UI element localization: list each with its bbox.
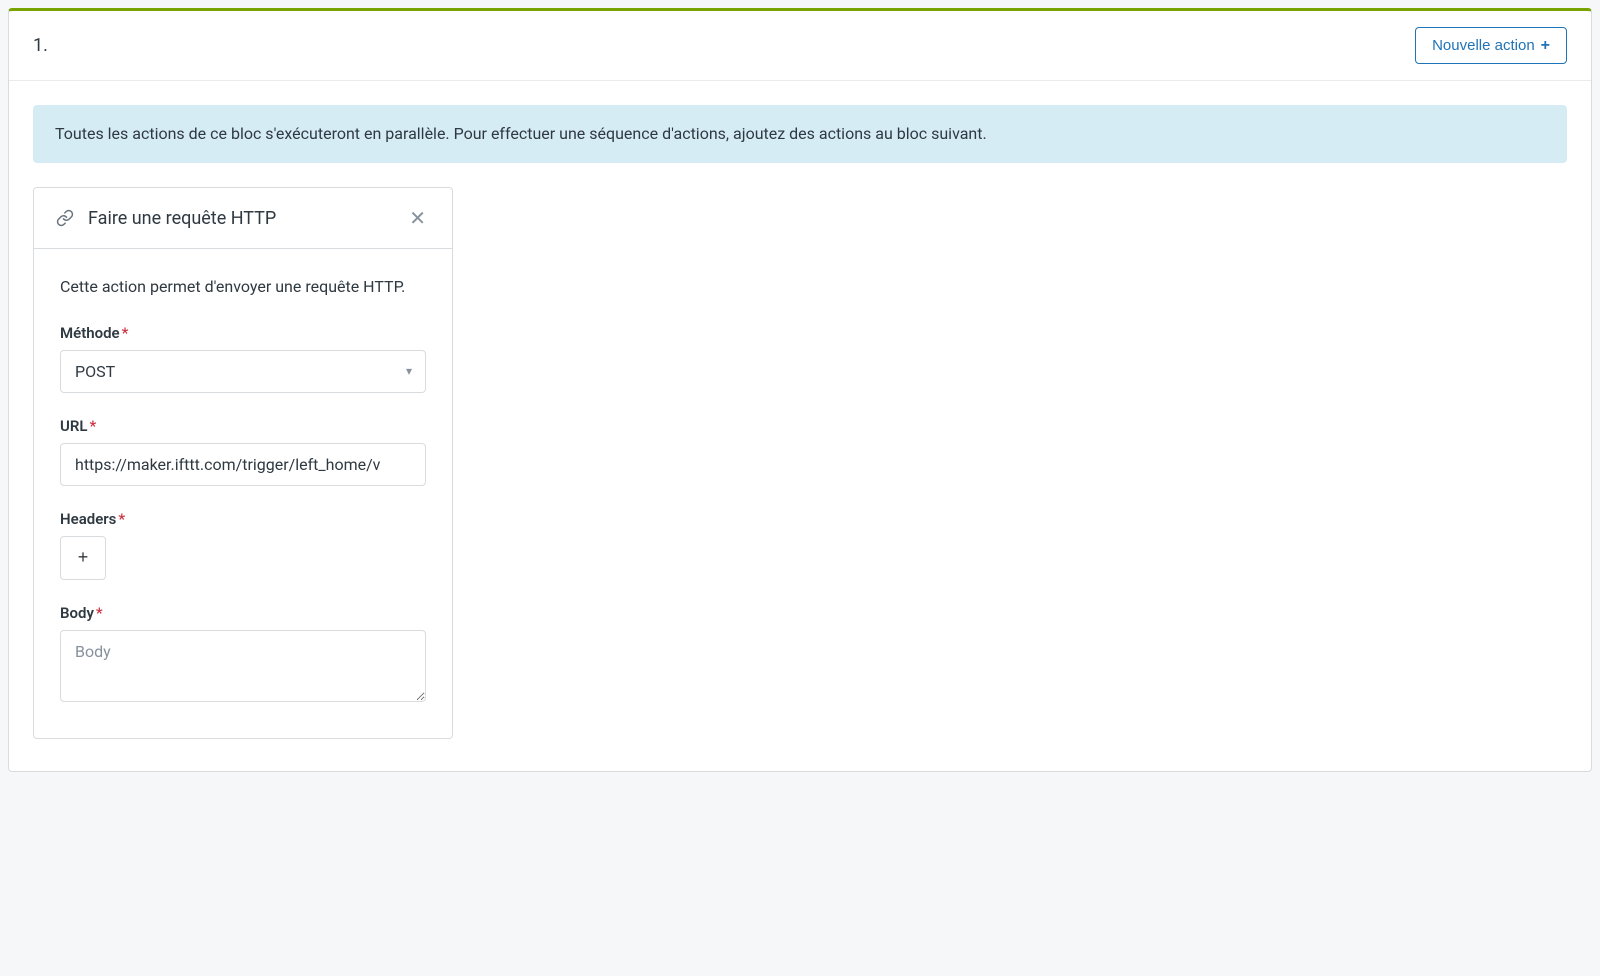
method-field-group: Méthode* ▾ <box>60 324 426 393</box>
new-action-label: Nouvelle action <box>1432 37 1535 54</box>
method-select-wrapper: ▾ <box>60 350 426 393</box>
method-select[interactable] <box>60 350 426 393</box>
workflow-step-panel: 1. Nouvelle action + Toutes les actions … <box>8 8 1592 772</box>
required-marker: * <box>90 417 97 435</box>
headers-field-group: Headers* + <box>60 510 426 580</box>
add-header-button[interactable]: + <box>60 536 106 580</box>
required-marker: * <box>122 324 129 342</box>
required-marker: * <box>118 510 125 528</box>
action-description: Cette action permet d'envoyer une requêt… <box>60 275 426 300</box>
step-header: 1. Nouvelle action + <box>9 11 1591 81</box>
body-label: Body* <box>60 604 426 622</box>
method-label: Méthode* <box>60 324 426 342</box>
new-action-button[interactable]: Nouvelle action + <box>1415 27 1567 64</box>
close-icon[interactable]: ✕ <box>405 206 430 230</box>
step-body: Toutes les actions de ce bloc s'exécuter… <box>9 81 1591 771</box>
body-textarea[interactable] <box>60 630 426 702</box>
url-input[interactable] <box>60 443 426 486</box>
headers-label: Headers* <box>60 510 426 528</box>
url-field-group: URL* <box>60 417 426 486</box>
action-card-body: Cette action permet d'envoyer une requêt… <box>34 249 452 738</box>
parallel-info-banner: Toutes les actions de ce bloc s'exécuter… <box>33 105 1567 163</box>
required-marker: * <box>96 604 103 622</box>
link-icon <box>56 209 74 227</box>
body-field-group: Body* <box>60 604 426 706</box>
step-number: 1. <box>33 35 48 56</box>
url-label: URL* <box>60 417 426 435</box>
action-card-header: Faire une requête HTTP ✕ <box>34 188 452 249</box>
plus-icon: + <box>78 547 89 568</box>
plus-icon: + <box>1541 38 1550 54</box>
http-request-action-card: Faire une requête HTTP ✕ Cette action pe… <box>33 187 453 739</box>
action-card-title: Faire une requête HTTP <box>88 208 391 229</box>
